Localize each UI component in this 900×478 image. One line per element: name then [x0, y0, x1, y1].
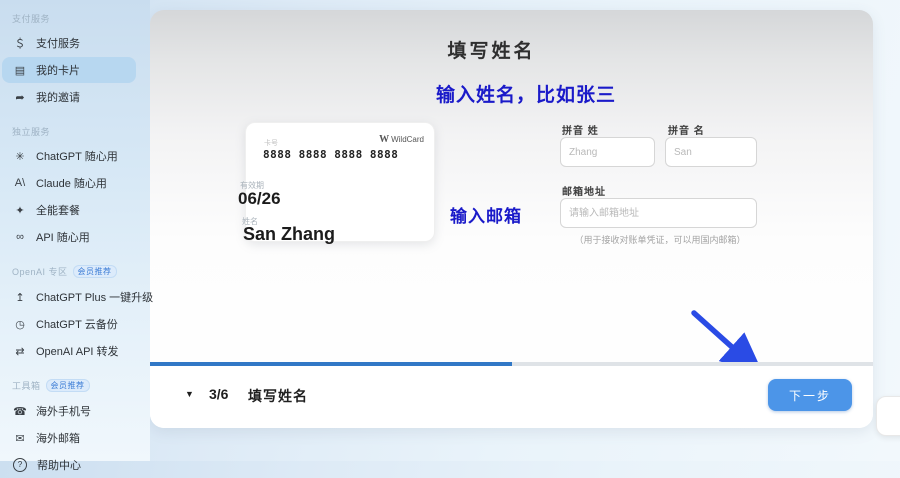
sidebar-item-label: 支付服务: [36, 35, 80, 51]
sidebar-item-label: ChatGPT 云备份: [36, 316, 118, 332]
link-icon: ∞: [12, 231, 28, 243]
sidebar-item-label: API 随心用: [36, 229, 90, 245]
card-expiry: 06/26: [238, 189, 281, 209]
pinyin-last-name-input[interactable]: [560, 137, 655, 167]
sidebar: 支付服务 ＄ 支付服务 ▤ 我的卡片 ➦ 我的邀请 独立服务 ✳ ChatGPT…: [0, 0, 150, 461]
section-header-toolbox: 工具箱会员推荐: [12, 379, 138, 393]
upgrade-icon: ↥: [12, 291, 28, 304]
pinyin-first-name-input[interactable]: [665, 137, 757, 167]
main-panel: 填写姓名 输入姓名，比如张三 输入邮箱 WWildCard 卡号 8888 88…: [150, 10, 873, 428]
page-title: 填写姓名: [150, 36, 833, 63]
next-step-button[interactable]: 下一步: [768, 379, 852, 411]
annotation-enter-name: 输入姓名，比如张三: [436, 80, 616, 107]
pinyin-last-name-label: 拼音 姓: [562, 122, 599, 137]
anthropic-icon: A\: [12, 177, 28, 189]
virtual-card-preview: WWildCard 卡号 8888 8888 8888 8888 有效期 06/…: [245, 122, 435, 242]
section-header-label: 工具箱: [12, 381, 41, 391]
annotation-enter-email: 输入邮箱: [450, 202, 522, 227]
sidebar-item-my-cards[interactable]: ▤ 我的卡片: [2, 57, 136, 83]
wildcard-logo-name: WildCard: [391, 135, 424, 144]
credit-card-icon: ▤: [12, 64, 28, 77]
sidebar-item-label: Claude 随心用: [36, 175, 107, 191]
sidebar-item-label: 我的卡片: [36, 62, 80, 78]
section-header-payment: 支付服务: [12, 12, 138, 25]
step-title: 填写姓名: [248, 386, 308, 406]
sparkle-icon: ✦: [12, 204, 28, 217]
clock-icon: ◷: [12, 318, 28, 331]
sidebar-item-label: ChatGPT Plus 一键升级: [36, 289, 153, 305]
sidebar-item-help-center[interactable]: ? 帮助中心: [2, 452, 136, 478]
payment-icon: ＄: [12, 35, 28, 51]
sidebar-item-my-invites[interactable]: ➦ 我的邀请: [2, 84, 136, 110]
sidebar-item-claude[interactable]: A\ Claude 随心用: [2, 170, 136, 196]
section-header-openai-zone: OpenAI 专区会员推荐: [12, 265, 138, 279]
sidebar-item-label: OpenAI API 转发: [36, 343, 119, 359]
invite-icon: ➦: [12, 91, 28, 104]
recommend-badge: 会员推荐: [73, 265, 117, 278]
sidebar-item-label: ChatGPT 随心用: [36, 148, 118, 164]
wildcard-logo: WWildCard: [379, 134, 424, 145]
wizard-footer: ▼ 3/6 填写姓名 下一步: [150, 366, 873, 428]
help-icon: ?: [13, 458, 27, 472]
section-header-label: OpenAI 专区: [12, 267, 68, 277]
card-number: 8888 8888 8888 8888: [263, 148, 398, 161]
phone-icon: ☎: [12, 405, 28, 418]
section-header-label: 支付服务: [12, 14, 50, 24]
sidebar-item-overseas-email[interactable]: ✉ 海外邮箱: [2, 425, 136, 451]
sidebar-item-label: 全能套餐: [36, 202, 80, 218]
wildcard-logo-initial: W: [379, 134, 389, 145]
email-label: 邮箱地址: [562, 183, 606, 198]
section-header-label: 独立服务: [12, 127, 50, 137]
email-input[interactable]: [560, 198, 757, 228]
collapse-caret-icon[interactable]: ▼: [185, 389, 194, 399]
sidebar-item-label: 我的邀请: [36, 89, 80, 105]
sidebar-item-label: 海外手机号: [36, 403, 91, 419]
sidebar-item-plus-upgrade[interactable]: ↥ ChatGPT Plus 一键升级: [2, 284, 136, 310]
sidebar-item-label: 帮助中心: [37, 457, 81, 473]
sidebar-item-label: 海外邮箱: [36, 430, 80, 446]
step-counter: 3/6: [209, 386, 228, 402]
card-number-label: 卡号: [264, 138, 278, 148]
sidebar-item-cloud-backup[interactable]: ◷ ChatGPT 云备份: [2, 311, 136, 337]
sidebar-item-api-relay[interactable]: ⇄ OpenAI API 转发: [2, 338, 136, 364]
mail-icon: ✉: [12, 432, 28, 445]
sidebar-item-chatgpt[interactable]: ✳ ChatGPT 随心用: [2, 143, 136, 169]
section-header-standalone: 独立服务: [12, 125, 138, 138]
relay-icon: ⇄: [12, 345, 28, 358]
sidebar-item-api[interactable]: ∞ API 随心用: [2, 224, 136, 250]
email-hint: （用于接收对账单凭证，可以用国内邮箱）: [560, 233, 760, 246]
sidebar-item-overseas-phone[interactable]: ☎ 海外手机号: [2, 398, 136, 424]
sidebar-item-payment-service[interactable]: ＄ 支付服务: [2, 30, 136, 56]
pinyin-first-name-label: 拼音 名: [668, 122, 705, 137]
recommend-badge: 会员推荐: [46, 379, 90, 392]
card-holder-name: San Zhang: [243, 224, 335, 245]
floating-widget[interactable]: [876, 396, 900, 436]
openai-icon: ✳: [12, 150, 28, 163]
sidebar-item-all-in-one[interactable]: ✦ 全能套餐: [2, 197, 136, 223]
